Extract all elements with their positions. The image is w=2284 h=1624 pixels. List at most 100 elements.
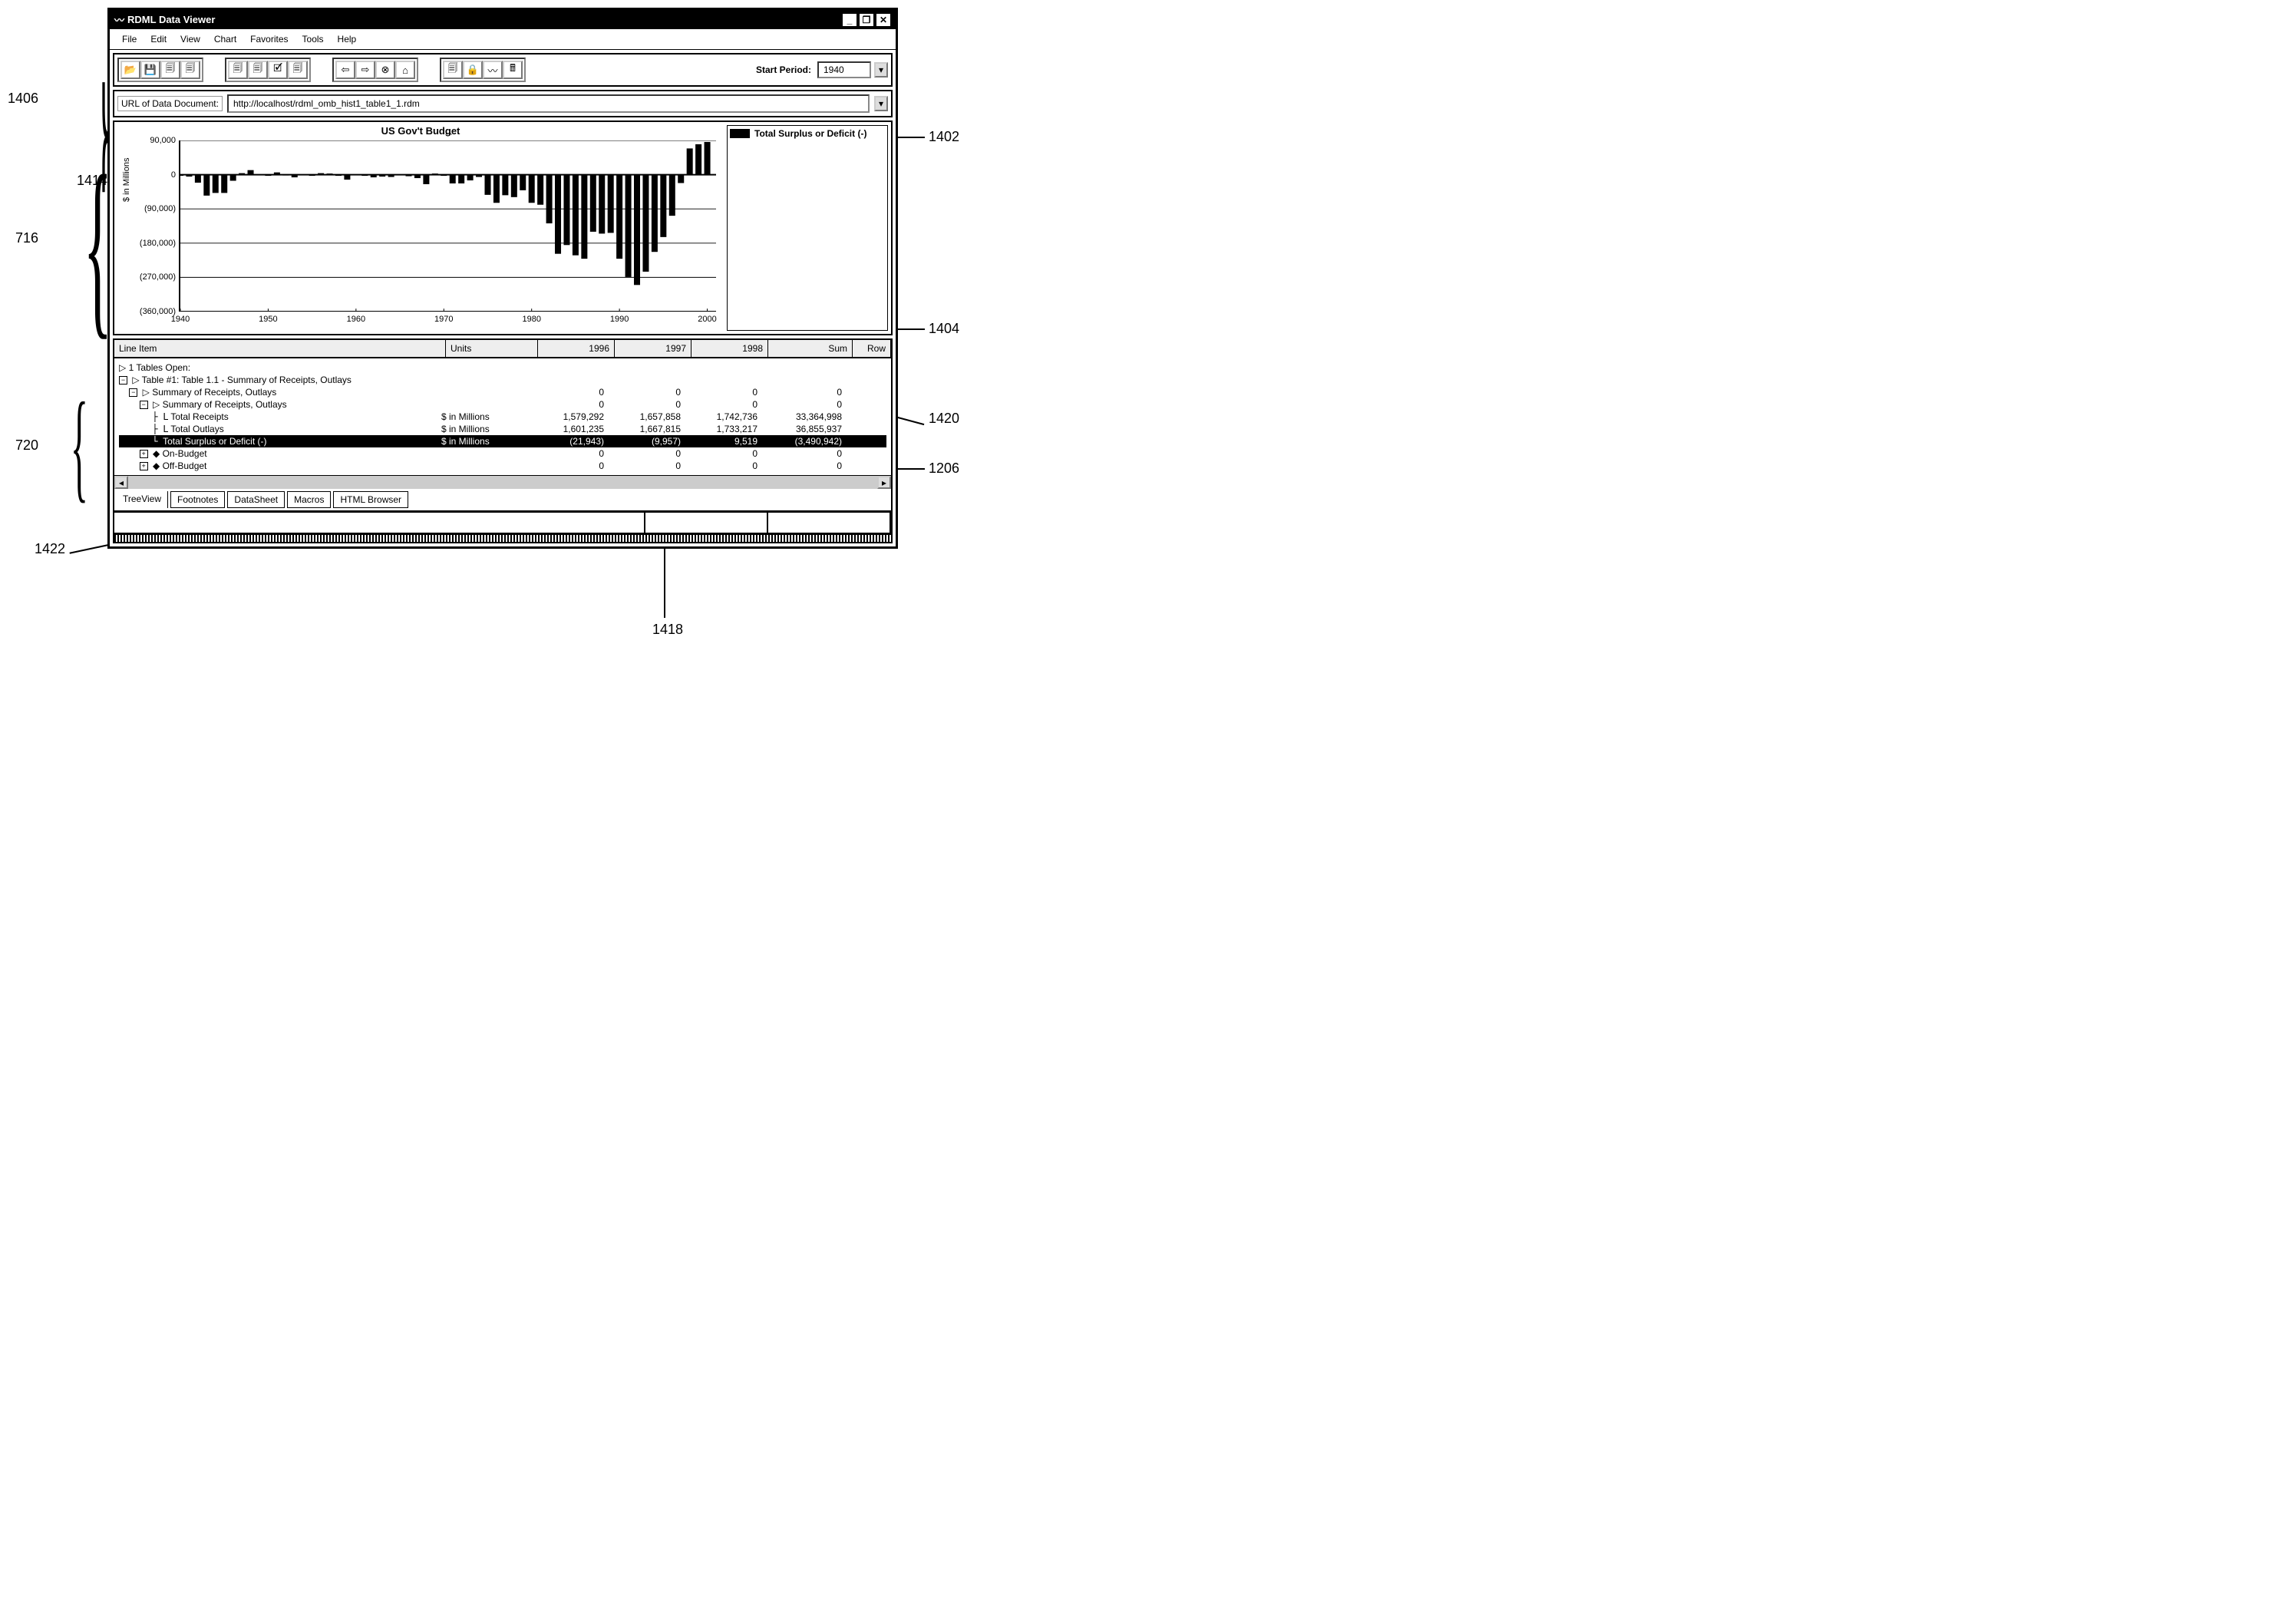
- tree-row[interactable]: − ▷ Summary of Receipts, Outlays0000: [119, 398, 886, 411]
- col-1998[interactable]: 1998: [691, 340, 768, 357]
- tree-units: [441, 399, 533, 410]
- tree-row[interactable]: ▷ 1 Tables Open:: [119, 361, 886, 374]
- maximize-button[interactable]: ❐: [859, 13, 874, 27]
- tree-label: + ◆ On-Budget: [119, 448, 441, 459]
- callout-arrow-1410: ⌢: [445, 127, 453, 140]
- col-1996[interactable]: 1996: [538, 340, 615, 357]
- url-bar: URL of Data Document: http://localhost/r…: [113, 90, 893, 117]
- tree-row[interactable]: + ◆ Off-Budget0000: [119, 460, 886, 472]
- chart-pane: US Gov't Budget ⌢ $ in Millions 90,0000(…: [113, 120, 893, 335]
- url-dropdown-icon[interactable]: ▾: [874, 96, 888, 111]
- menu-help[interactable]: Help: [332, 32, 363, 46]
- brace-720: {: [71, 384, 88, 507]
- tab-html-browser[interactable]: HTML Browser: [333, 491, 408, 508]
- menu-chart[interactable]: Chart: [208, 32, 243, 46]
- collapse-icon[interactable]: −: [140, 401, 148, 409]
- tree-value: [533, 375, 610, 385]
- forward-icon[interactable]: ⇨: [355, 61, 375, 79]
- save-icon[interactable]: 💾: [140, 61, 160, 79]
- legend-swatch: [730, 129, 750, 138]
- close-button[interactable]: ✕: [876, 13, 891, 27]
- chart-y-axis-label: $ in Millions: [122, 158, 131, 202]
- paste-icon[interactable]: 🗐: [180, 61, 200, 79]
- menu-favorites[interactable]: Favorites: [244, 32, 294, 46]
- tool-icon-1[interactable]: 🗐: [228, 61, 248, 79]
- menu-file[interactable]: File: [116, 32, 143, 46]
- tree-sum: 0: [764, 448, 848, 459]
- col-row[interactable]: Row: [853, 340, 891, 357]
- chart-y-tick: 0: [171, 170, 180, 180]
- chart-x-tick: 1980: [522, 312, 540, 324]
- tree-row[interactable]: + ◆ On-Budget0000: [119, 447, 886, 460]
- scroll-left-icon[interactable]: ◂: [114, 476, 128, 489]
- col-sum[interactable]: Sum: [768, 340, 853, 357]
- copy-icon[interactable]: 🗐: [160, 61, 180, 79]
- tab-datasheet[interactable]: DataSheet: [227, 491, 285, 508]
- col-units[interactable]: Units: [446, 340, 538, 357]
- collapse-icon[interactable]: −: [119, 376, 127, 385]
- tree-sum: [764, 362, 848, 373]
- collapse-icon[interactable]: −: [129, 388, 137, 397]
- callout-1414: 1414: [77, 173, 107, 189]
- minimize-button[interactable]: _: [842, 13, 857, 27]
- tree-label: ▷ 1 Tables Open:: [119, 362, 441, 373]
- tree-value: 0: [533, 448, 610, 459]
- callout-1406: 1406: [8, 91, 38, 107]
- scroll-track[interactable]: [128, 476, 877, 489]
- callout-1420: 1420: [929, 411, 959, 427]
- window-title: RDML Data Viewer: [127, 14, 215, 25]
- tree-row[interactable]: − ▷ Summary of Receipts, Outlays0000: [119, 386, 886, 398]
- col-1997[interactable]: 1997: [615, 340, 691, 357]
- calc-icon[interactable]: 🖩: [503, 61, 523, 79]
- home-icon[interactable]: ⌂: [395, 61, 415, 79]
- tab-footnotes[interactable]: Footnotes: [170, 491, 225, 508]
- start-period-select[interactable]: 1940: [817, 61, 871, 78]
- grid-icon-1[interactable]: 🗐: [443, 61, 463, 79]
- branch-end-icon: └: [150, 436, 160, 447]
- tool-icon-4[interactable]: 🗐: [288, 61, 308, 79]
- tool-icon-3[interactable]: 🗹: [268, 61, 288, 79]
- chart-icon[interactable]: 〰: [483, 61, 503, 79]
- tool-icon-2[interactable]: 🗐: [248, 61, 268, 79]
- callout-1404: 1404: [929, 321, 959, 337]
- tree-row[interactable]: ├ ᒪ Total Receipts$ in Millions1,579,292…: [119, 411, 886, 423]
- tree-value: 0: [610, 399, 687, 410]
- menu-tools[interactable]: Tools: [296, 32, 330, 46]
- open-icon[interactable]: 📂: [120, 61, 140, 79]
- tree-hscroll[interactable]: ◂ ▸: [114, 475, 891, 489]
- tree-value: 1,733,217: [687, 424, 764, 434]
- col-line-item[interactable]: Line Item: [114, 340, 446, 357]
- tree-value: 9,519: [687, 436, 764, 447]
- tab-macros[interactable]: Macros: [287, 491, 331, 508]
- back-icon[interactable]: ⇦: [335, 61, 355, 79]
- tree-rowcol: [848, 436, 886, 447]
- tree-value: 0: [610, 448, 687, 459]
- expand-icon[interactable]: +: [140, 462, 148, 470]
- stop-icon[interactable]: ⊗: [375, 61, 395, 79]
- tab-treeview[interactable]: TreeView: [117, 491, 168, 508]
- tree-value: 0: [687, 460, 764, 471]
- window-resize-grip[interactable]: [114, 533, 891, 542]
- menu-edit[interactable]: Edit: [144, 32, 173, 46]
- tree-row[interactable]: └ Total Surplus or Deficit (-)$ in Milli…: [119, 435, 886, 447]
- start-period-dropdown-icon[interactable]: ▾: [874, 62, 888, 78]
- tree-value: 1,742,736: [687, 411, 764, 422]
- scroll-right-icon[interactable]: ▸: [877, 476, 891, 489]
- lock-icon[interactable]: 🔒: [463, 61, 483, 79]
- tree-value: 0: [533, 387, 610, 398]
- tree-value: [533, 362, 610, 373]
- tree-label: ├ ᒪ Total Receipts: [119, 411, 441, 422]
- callout-1418: 1418: [652, 622, 683, 638]
- tree-units: [441, 448, 533, 459]
- tree-sum: 36,855,937: [764, 424, 848, 434]
- tree-row[interactable]: ├ ᒪ Total Outlays$ in Millions1,601,2351…: [119, 423, 886, 435]
- tree-header: Line Item Units 1996 1997 1998 Sum Row: [114, 340, 891, 358]
- expand-icon[interactable]: +: [140, 450, 148, 458]
- chart-y-tick: 90,000: [150, 136, 180, 145]
- url-input[interactable]: http://localhost/rdml_omb_hist1_table1_1…: [227, 94, 870, 113]
- tree-row[interactable]: − ▷ Table #1: Table 1.1 - Summary of Rec…: [119, 374, 886, 386]
- menu-view[interactable]: View: [174, 32, 206, 46]
- chart-y-tick: (180,000): [140, 239, 180, 248]
- callout-720: 720: [15, 437, 38, 454]
- tree-rowcol: [848, 362, 886, 373]
